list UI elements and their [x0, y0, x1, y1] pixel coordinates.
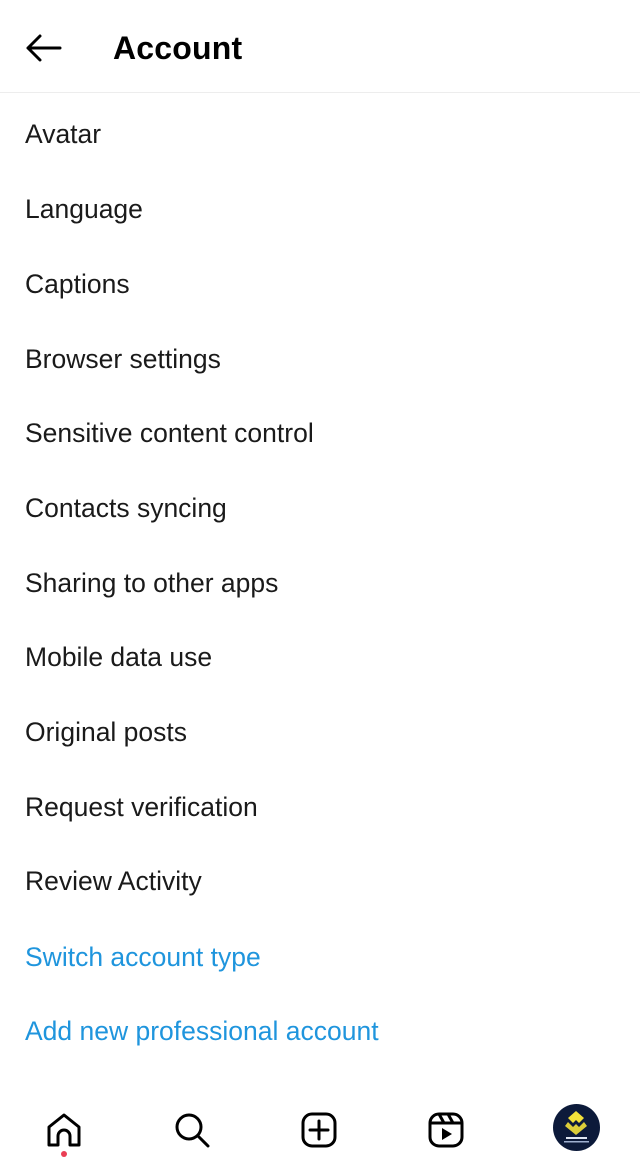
profile-logo-icon	[564, 1111, 589, 1143]
home-icon	[47, 1113, 81, 1147]
search-icon	[175, 1113, 210, 1148]
menu-item-contacts-syncing[interactable]: Contacts syncing	[25, 491, 227, 525]
menu-item-sharing-to-other-apps[interactable]: Sharing to other apps	[25, 566, 278, 600]
nav-home-button[interactable]	[42, 1108, 86, 1152]
bottom-navigation	[0, 1090, 640, 1169]
nav-search-button[interactable]	[170, 1108, 214, 1152]
menu-item-browser-settings[interactable]: Browser settings	[25, 342, 221, 376]
top-bar: Account	[0, 0, 640, 93]
arrow-left-icon	[26, 34, 62, 62]
switch-account-type-link[interactable]: Switch account type	[25, 940, 261, 974]
menu-item-captions[interactable]: Captions	[25, 267, 130, 301]
plus-square-icon	[301, 1112, 337, 1148]
menu-item-request-verification[interactable]: Request verification	[25, 790, 258, 824]
nav-create-button[interactable]	[297, 1108, 341, 1152]
menu-item-original-posts[interactable]: Original posts	[25, 715, 187, 749]
nav-profile-avatar[interactable]	[553, 1104, 600, 1151]
menu-item-sensitive-content-control[interactable]: Sensitive content control	[25, 416, 314, 450]
add-professional-account-link[interactable]: Add new professional account	[25, 1014, 379, 1048]
menu-item-avatar[interactable]: Avatar	[25, 117, 101, 151]
notification-dot	[61, 1151, 67, 1157]
back-button[interactable]	[22, 28, 64, 68]
menu-item-mobile-data-use[interactable]: Mobile data use	[25, 640, 212, 674]
nav-reels-button[interactable]	[424, 1108, 468, 1152]
menu-item-language[interactable]: Language	[25, 192, 143, 226]
page-title: Account	[113, 30, 243, 66]
menu-item-review-activity[interactable]: Review Activity	[25, 864, 202, 898]
reels-icon	[428, 1112, 464, 1148]
